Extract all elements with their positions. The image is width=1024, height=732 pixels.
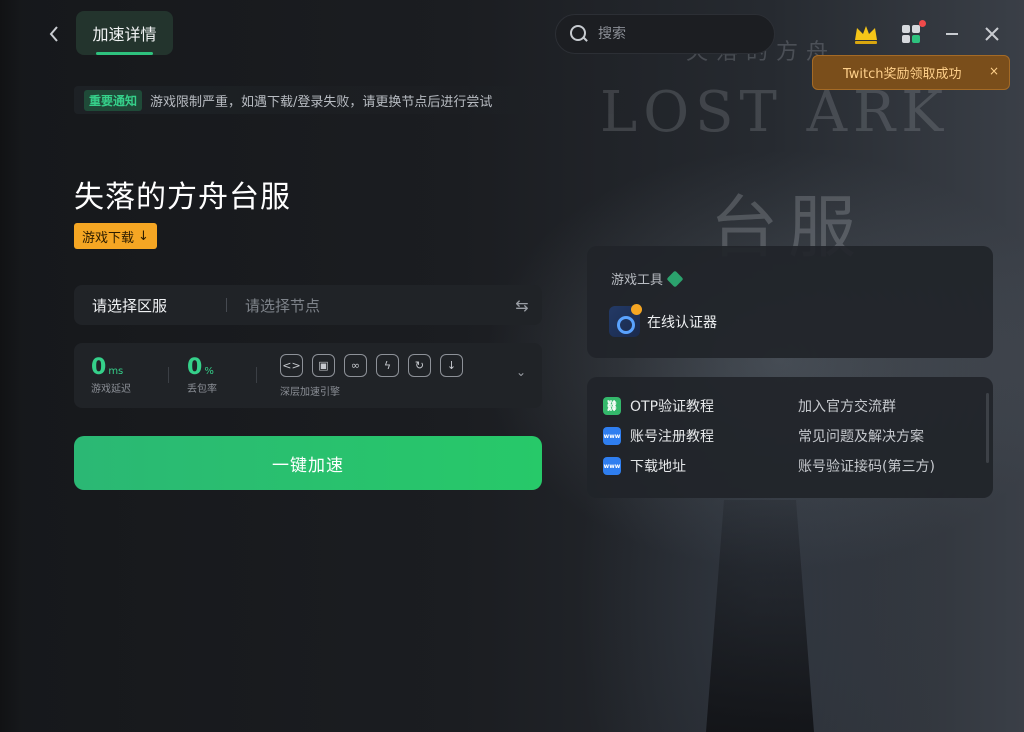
latency-stat: 0 ms 游戏延迟 bbox=[91, 355, 131, 395]
guide-links-card: ⛓ OTP验证教程 www 账号注册教程 www 下载地址 加入官方交流群 常见… bbox=[587, 377, 993, 498]
tools-title: 游戏工具 bbox=[611, 269, 684, 288]
authenticator-icon bbox=[609, 304, 642, 337]
link-label: 下载地址 bbox=[630, 459, 686, 475]
stat-divider bbox=[256, 367, 257, 383]
back-button[interactable] bbox=[42, 22, 66, 46]
apps-grid-icon bbox=[902, 25, 920, 43]
notice-tag: 重要通知 bbox=[84, 89, 143, 111]
link-join-community[interactable]: 加入官方交流群 bbox=[798, 396, 896, 416]
close-icon bbox=[985, 27, 999, 41]
game-tools-card: 游戏工具 在线认证器 bbox=[587, 246, 993, 358]
cube-icon bbox=[666, 270, 684, 287]
important-notice: 重要通知 游戏限制严重，如遇下载/登录失败，请更换节点后进行尝试 bbox=[74, 86, 634, 114]
game-download-button[interactable]: 游戏下载 ↓ bbox=[74, 223, 157, 249]
window-icon[interactable]: ▣ bbox=[312, 354, 335, 377]
toast-message: Twitch奖励领取成功 bbox=[843, 67, 962, 82]
latency-unit: ms bbox=[108, 366, 124, 377]
search-box[interactable] bbox=[555, 14, 775, 54]
link-label: OTP验证教程 bbox=[630, 399, 715, 415]
link-faq[interactable]: 常见问题及解决方案 bbox=[798, 426, 924, 446]
vip-crown-button[interactable] bbox=[852, 22, 880, 46]
game-title: 失落的方舟台服 bbox=[74, 180, 291, 215]
link-label: 账号注册教程 bbox=[630, 429, 714, 445]
download-circle-icon[interactable]: ↓ bbox=[440, 354, 463, 377]
stat-divider bbox=[168, 367, 169, 383]
crown-icon bbox=[855, 26, 877, 44]
node-select[interactable]: 请选择节点 bbox=[237, 295, 502, 316]
selector-divider bbox=[226, 298, 227, 312]
close-button[interactable] bbox=[978, 20, 1006, 48]
stats-panel: 0 ms 游戏延迟 0% 丢包率 <> ▣ ∞ ϟ ↻ ↓ 深层加速引擎 ⌄ bbox=[74, 343, 542, 408]
latency-value: 0 bbox=[91, 355, 107, 380]
link-label: 账号验证接码(第三方) bbox=[798, 459, 935, 475]
loss-label: 丢包率 bbox=[187, 384, 217, 395]
links-scrollbar[interactable] bbox=[986, 393, 989, 463]
link-register-tutorial[interactable]: www 账号注册教程 bbox=[603, 426, 714, 446]
minimize-icon bbox=[946, 33, 958, 35]
code-icon[interactable]: <> bbox=[280, 354, 303, 377]
tool-label: 在线认证器 bbox=[647, 314, 717, 331]
server-node-selector: 请选择区服 请选择节点 ⇆ bbox=[74, 285, 542, 325]
link-otp-tutorial[interactable]: ⛓ OTP验证教程 bbox=[603, 396, 714, 416]
search-input[interactable] bbox=[598, 26, 758, 42]
browser-icon: www bbox=[603, 427, 621, 445]
link-chain-icon[interactable]: ∞ bbox=[344, 354, 367, 377]
refresh-icon[interactable]: ↻ bbox=[408, 354, 431, 377]
browser-icon: www bbox=[603, 457, 621, 475]
tools-title-text: 游戏工具 bbox=[611, 273, 664, 288]
search-icon bbox=[570, 25, 588, 43]
tool-online-authenticator[interactable]: 在线认证器 bbox=[609, 304, 717, 337]
download-icon: ↓ bbox=[138, 228, 149, 244]
region-select[interactable]: 请选择区服 bbox=[74, 295, 214, 316]
link-label: 加入官方交流群 bbox=[798, 399, 896, 415]
notice-text: 游戏限制严重，如遇下载/登录失败，请更换节点后进行尝试 bbox=[150, 94, 493, 110]
apps-button[interactable] bbox=[900, 20, 926, 47]
minimize-button[interactable] bbox=[938, 20, 966, 48]
link-icon: ⛓ bbox=[603, 397, 621, 415]
link-sms-verification[interactable]: 账号验证接码(第三方) bbox=[798, 456, 935, 476]
packet-loss-stat: 0% 丢包率 bbox=[187, 355, 217, 395]
link-download-address[interactable]: www 下载地址 bbox=[603, 456, 686, 476]
loss-value: 0 bbox=[187, 355, 203, 380]
notification-dot bbox=[919, 20, 926, 27]
left-edge-shade bbox=[0, 0, 22, 732]
loss-unit: % bbox=[204, 366, 214, 377]
download-label: 游戏下载 bbox=[82, 230, 135, 246]
toast-close-icon[interactable]: × bbox=[989, 64, 999, 78]
tab-acceleration-details[interactable]: 加速详情 bbox=[76, 11, 173, 55]
latency-label: 游戏延迟 bbox=[91, 384, 131, 395]
link-label: 常见问题及解决方案 bbox=[798, 429, 924, 445]
swap-icon[interactable]: ⇆ bbox=[502, 296, 542, 315]
twitch-reward-toast: Twitch奖励领取成功 × bbox=[812, 55, 1010, 90]
chevron-left-icon bbox=[49, 26, 58, 42]
chevron-down-icon[interactable]: ⌄ bbox=[516, 365, 526, 379]
engine-label: 深层加速引擎 bbox=[280, 387, 340, 398]
one-click-accelerate-button[interactable]: 一键加速 bbox=[74, 436, 542, 490]
lightning-icon[interactable]: ϟ bbox=[376, 354, 399, 377]
engine-icons: <> ▣ ∞ ϟ ↻ ↓ bbox=[280, 354, 463, 377]
